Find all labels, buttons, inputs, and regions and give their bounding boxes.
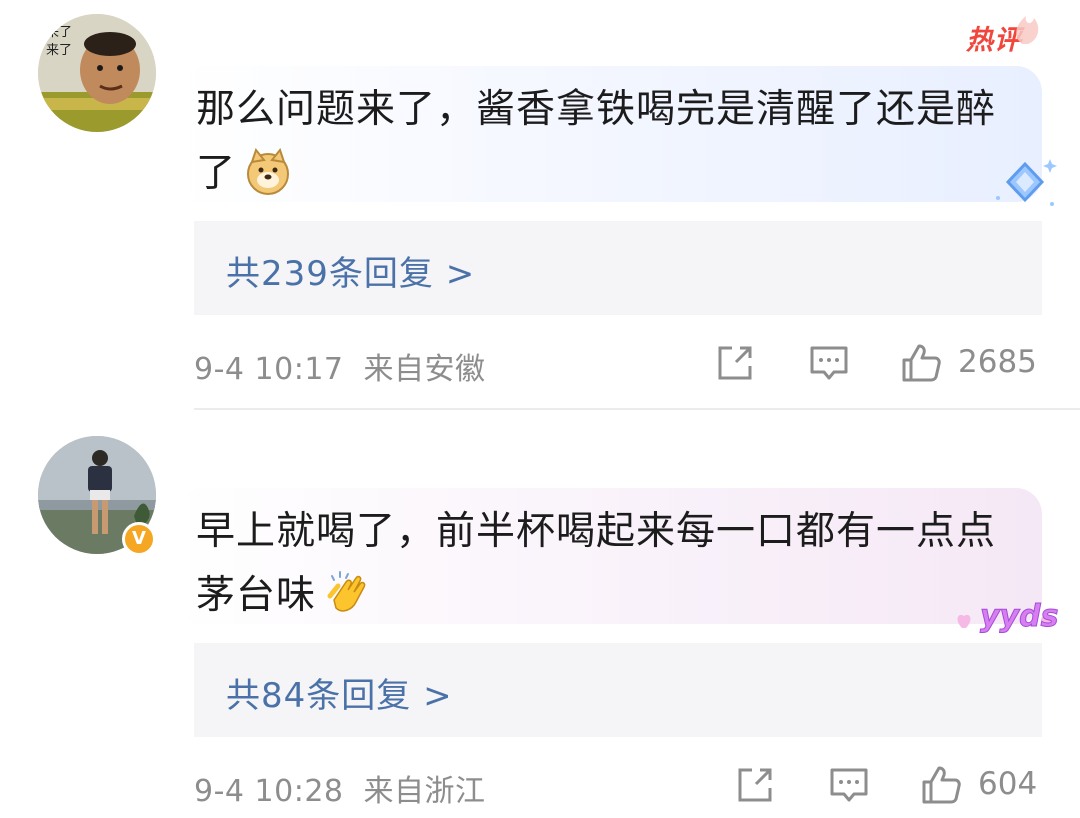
thumbs-up-icon[interactable] [920,764,962,806]
comment-bubble: 早上就喝了，前半杯喝起来每一口都有一点点茅台味 [176,488,1042,624]
comment-item: 来了 来了 热评 那么问题来了，酱香拿铁喝完是清醒了还是醉了 共239条回复 >… [0,0,1080,410]
verified-badge: V [122,522,156,556]
view-replies-link[interactable]: 共239条回复 > [226,246,475,295]
view-replies-link[interactable]: 共84条回复 > [226,668,453,717]
replies-panel[interactable]: 共239条回复 > [194,221,1042,315]
comment-icon[interactable] [828,764,870,806]
clapping-hands-emoji-icon [324,570,372,618]
avatar-caption-line-1: 来了 [46,25,72,40]
comment-actions: 2685 [0,338,1080,388]
thumbs-up-icon[interactable] [900,342,942,384]
hot-flame-icon [1016,16,1039,44]
comment-actions: 604 [0,760,1080,810]
comment-divider [194,408,1080,410]
replies-panel[interactable]: 共84条回复 > [194,643,1042,737]
avatar-caption-line-2: 来了 [46,43,72,58]
like-count: 2685 [958,344,1037,380]
verified-badge-label: V [132,528,146,549]
diamond-badge-icon [996,159,1057,206]
comment-bubble: 那么问题来了，酱香拿铁喝完是清醒了还是醉了 [176,66,1042,202]
like-count: 604 [978,766,1038,802]
share-icon[interactable] [734,764,776,806]
comment-item: V 早上就喝了，前半杯喝起来每一口都有一点点茅台味 yyds 共84条回复 > … [0,412,1080,818]
comment-icon[interactable] [808,342,850,384]
avatar[interactable]: 来了 来了 [38,14,156,132]
share-icon[interactable] [714,342,756,384]
comment-text: 早上就喝了，前半杯喝起来每一口都有一点点茅台味 [196,500,1016,628]
comment-text-content: 早上就喝了，前半杯喝起来每一口都有一点点茅台味 [196,509,997,618]
comment-text: 那么问题来了，酱香拿铁喝完是清醒了还是醉了 [196,78,1016,206]
yyds-sticker-text: yyds [980,599,1058,634]
comment-list: 来了 来了 热评 那么问题来了，酱香拿铁喝完是清醒了还是醉了 共239条回复 >… [0,0,1080,818]
yyds-sticker-icon: yyds [957,599,1059,635]
comment-text-content: 那么问题来了，酱香拿铁喝完是清醒了还是醉了 [196,87,997,196]
doge-emoji-icon [244,147,292,196]
